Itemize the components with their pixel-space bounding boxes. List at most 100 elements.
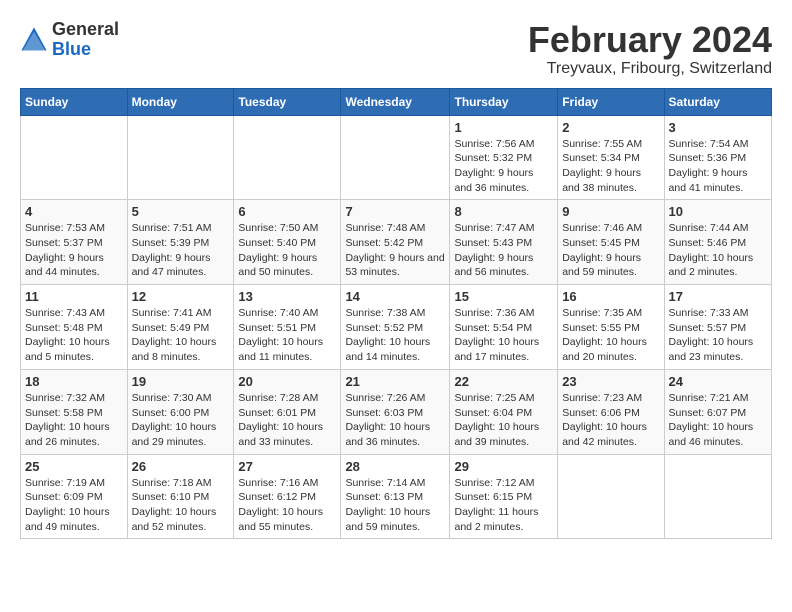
- calendar-cell: 28 Sunrise: 7:14 AM Sunset: 6:13 PM Dayli…: [341, 454, 450, 539]
- day-info: Sunrise: 7:21 AM Sunset: 6:07 PM Dayligh…: [669, 391, 767, 450]
- day-number: 1: [454, 120, 553, 135]
- calendar-cell: 29 Sunrise: 7:12 AM Sunset: 6:15 PM Dayli…: [450, 454, 558, 539]
- calendar-cell: 27 Sunrise: 7:16 AM Sunset: 6:12 PM Dayli…: [234, 454, 341, 539]
- logo-icon: [20, 26, 48, 54]
- day-number: 7: [345, 204, 445, 219]
- calendar-header: SundayMondayTuesdayWednesdayThursdayFrid…: [21, 88, 772, 115]
- day-number: 26: [132, 459, 230, 474]
- day-number: 21: [345, 374, 445, 389]
- calendar-week-row: 18 Sunrise: 7:32 AM Sunset: 5:58 PM Dayli…: [21, 369, 772, 454]
- calendar-cell: 9Sunrise: 7:46 AM Sunset: 5:45 PM Daylig…: [558, 200, 664, 285]
- day-of-week-header: Monday: [127, 88, 234, 115]
- day-info: Sunrise: 7:30 AM Sunset: 6:00 PM Dayligh…: [132, 391, 230, 450]
- day-info: Sunrise: 7:12 AM Sunset: 6:15 PM Dayligh…: [454, 476, 553, 535]
- calendar-cell: 24Sunrise: 7:21 AM Sunset: 6:07 PM Dayli…: [664, 369, 771, 454]
- calendar-table: SundayMondayTuesdayWednesdayThursdayFrid…: [20, 88, 772, 540]
- day-info: Sunrise: 7:48 AM Sunset: 5:42 PM Dayligh…: [345, 221, 445, 280]
- calendar-cell: 4Sunrise: 7:53 AM Sunset: 5:37 PM Daylig…: [21, 200, 128, 285]
- day-info: Sunrise: 7:53 AM Sunset: 5:37 PM Dayligh…: [25, 221, 123, 280]
- day-info: Sunrise: 7:54 AM Sunset: 5:36 PM Dayligh…: [669, 137, 767, 196]
- day-info: Sunrise: 7:26 AM Sunset: 6:03 PM Dayligh…: [345, 391, 445, 450]
- main-title: February 2024: [528, 20, 772, 60]
- day-of-week-header: Wednesday: [341, 88, 450, 115]
- calendar-cell: [127, 115, 234, 200]
- calendar-cell: 5Sunrise: 7:51 AM Sunset: 5:39 PM Daylig…: [127, 200, 234, 285]
- calendar-cell: 22 Sunrise: 7:25 AM Sunset: 6:04 PM Dayli…: [450, 369, 558, 454]
- day-of-week-header: Sunday: [21, 88, 128, 115]
- calendar-cell: 20Sunrise: 7:28 AM Sunset: 6:01 PM Dayli…: [234, 369, 341, 454]
- calendar-cell: 10 Sunrise: 7:44 AM Sunset: 5:46 PM Dayli…: [664, 200, 771, 285]
- calendar-cell: 3 Sunrise: 7:54 AM Sunset: 5:36 PM Daylig…: [664, 115, 771, 200]
- logo: General Blue: [20, 20, 119, 60]
- day-number: 17: [669, 289, 767, 304]
- day-of-week-header: Friday: [558, 88, 664, 115]
- day-number: 2: [562, 120, 659, 135]
- day-info: Sunrise: 7:28 AM Sunset: 6:01 PM Dayligh…: [238, 391, 336, 450]
- day-info: Sunrise: 7:14 AM Sunset: 6:13 PM Dayligh…: [345, 476, 445, 535]
- day-info: Sunrise: 7:25 AM Sunset: 6:04 PM Dayligh…: [454, 391, 553, 450]
- day-number: 28: [345, 459, 445, 474]
- day-number: 23: [562, 374, 659, 389]
- day-info: Sunrise: 7:33 AM Sunset: 5:57 PM Dayligh…: [669, 306, 767, 365]
- page-header: General Blue February 2024 Treyvaux, Fri…: [20, 20, 772, 78]
- day-info: Sunrise: 7:41 AM Sunset: 5:49 PM Dayligh…: [132, 306, 230, 365]
- day-info: Sunrise: 7:56 AM Sunset: 5:32 PM Dayligh…: [454, 137, 553, 196]
- logo-blue-text: Blue: [52, 40, 119, 60]
- calendar-cell: 13 Sunrise: 7:40 AM Sunset: 5:51 PM Dayli…: [234, 285, 341, 370]
- day-info: Sunrise: 7:35 AM Sunset: 5:55 PM Dayligh…: [562, 306, 659, 365]
- day-info: Sunrise: 7:47 AM Sunset: 5:43 PM Dayligh…: [454, 221, 553, 280]
- day-info: Sunrise: 7:19 AM Sunset: 6:09 PM Dayligh…: [25, 476, 123, 535]
- day-of-week-header: Saturday: [664, 88, 771, 115]
- day-number: 8: [454, 204, 553, 219]
- day-number: 25: [25, 459, 123, 474]
- day-number: 27: [238, 459, 336, 474]
- day-number: 13: [238, 289, 336, 304]
- calendar-cell: [664, 454, 771, 539]
- header-row: SundayMondayTuesdayWednesdayThursdayFrid…: [21, 88, 772, 115]
- day-number: 22: [454, 374, 553, 389]
- calendar-cell: 18 Sunrise: 7:32 AM Sunset: 5:58 PM Dayli…: [21, 369, 128, 454]
- day-info: Sunrise: 7:40 AM Sunset: 5:51 PM Dayligh…: [238, 306, 336, 365]
- calendar-cell: 11 Sunrise: 7:43 AM Sunset: 5:48 PM Dayli…: [21, 285, 128, 370]
- calendar-week-row: 4Sunrise: 7:53 AM Sunset: 5:37 PM Daylig…: [21, 200, 772, 285]
- calendar-body: 1 Sunrise: 7:56 AM Sunset: 5:32 PM Daylig…: [21, 115, 772, 539]
- day-number: 6: [238, 204, 336, 219]
- day-number: 10: [669, 204, 767, 219]
- day-info: Sunrise: 7:32 AM Sunset: 5:58 PM Dayligh…: [25, 391, 123, 450]
- calendar-week-row: 11 Sunrise: 7:43 AM Sunset: 5:48 PM Dayli…: [21, 285, 772, 370]
- calendar-cell: 23 Sunrise: 7:23 AM Sunset: 6:06 PM Dayli…: [558, 369, 664, 454]
- calendar-cell: 15Sunrise: 7:36 AM Sunset: 5:54 PM Dayli…: [450, 285, 558, 370]
- day-number: 29: [454, 459, 553, 474]
- day-info: Sunrise: 7:18 AM Sunset: 6:10 PM Dayligh…: [132, 476, 230, 535]
- calendar-cell: 16Sunrise: 7:35 AM Sunset: 5:55 PM Dayli…: [558, 285, 664, 370]
- day-info: Sunrise: 7:38 AM Sunset: 5:52 PM Dayligh…: [345, 306, 445, 365]
- day-info: Sunrise: 7:16 AM Sunset: 6:12 PM Dayligh…: [238, 476, 336, 535]
- day-info: Sunrise: 7:23 AM Sunset: 6:06 PM Dayligh…: [562, 391, 659, 450]
- calendar-cell: [341, 115, 450, 200]
- title-section: February 2024 Treyvaux, Fribourg, Switze…: [528, 20, 772, 78]
- day-number: 5: [132, 204, 230, 219]
- calendar-cell: [558, 454, 664, 539]
- calendar-week-row: 25 Sunrise: 7:19 AM Sunset: 6:09 PM Dayli…: [21, 454, 772, 539]
- day-of-week-header: Thursday: [450, 88, 558, 115]
- calendar-cell: [234, 115, 341, 200]
- subtitle: Treyvaux, Fribourg, Switzerland: [528, 60, 772, 78]
- day-number: 14: [345, 289, 445, 304]
- calendar-cell: 26 Sunrise: 7:18 AM Sunset: 6:10 PM Dayli…: [127, 454, 234, 539]
- calendar-cell: 6Sunrise: 7:50 AM Sunset: 5:40 PM Daylig…: [234, 200, 341, 285]
- calendar-cell: 21 Sunrise: 7:26 AM Sunset: 6:03 PM Dayli…: [341, 369, 450, 454]
- calendar-cell: 17 Sunrise: 7:33 AM Sunset: 5:57 PM Dayli…: [664, 285, 771, 370]
- day-info: Sunrise: 7:36 AM Sunset: 5:54 PM Dayligh…: [454, 306, 553, 365]
- day-number: 3: [669, 120, 767, 135]
- day-info: Sunrise: 7:43 AM Sunset: 5:48 PM Dayligh…: [25, 306, 123, 365]
- calendar-cell: 7 Sunrise: 7:48 AM Sunset: 5:42 PM Daylig…: [341, 200, 450, 285]
- day-number: 11: [25, 289, 123, 304]
- day-number: 19: [132, 374, 230, 389]
- logo-text: General Blue: [52, 20, 119, 60]
- day-number: 9: [562, 204, 659, 219]
- calendar-cell: 12Sunrise: 7:41 AM Sunset: 5:49 PM Dayli…: [127, 285, 234, 370]
- day-info: Sunrise: 7:44 AM Sunset: 5:46 PM Dayligh…: [669, 221, 767, 280]
- logo-general-text: General: [52, 20, 119, 40]
- calendar-cell: 8 Sunrise: 7:47 AM Sunset: 5:43 PM Daylig…: [450, 200, 558, 285]
- day-number: 18: [25, 374, 123, 389]
